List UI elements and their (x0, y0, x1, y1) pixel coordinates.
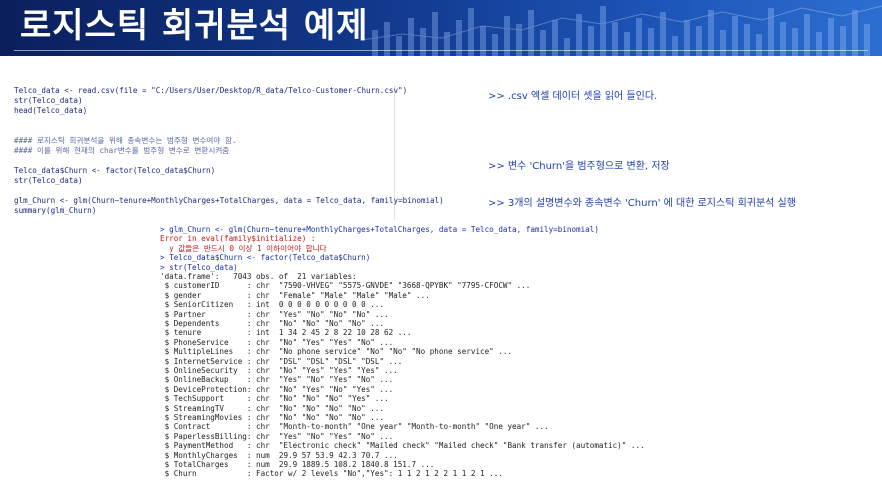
console-output-line: $ MultipleLines : chr "No phone service"… (160, 347, 513, 357)
code-line: head(Telco_data) (14, 106, 88, 115)
r-console-output: > glm_Churn <- glm(Churn~tenure+MonthlyC… (160, 224, 882, 492)
code-line: Telco_data$Churn <- factor(Telco_data$Ch… (14, 166, 216, 175)
console-output-line: $ PhoneService : chr "No" "Yes" "Yes" "N… (160, 337, 394, 347)
console-output-line: $ StreamingTV : chr "No" "No" "No" "No" … (160, 403, 385, 413)
code-line: glm_Churn <- glm(Churn~tenure+MonthlyCha… (14, 196, 444, 205)
console-output-line: $ TotalCharges : num 29.9 1889.5 108.2 1… (160, 460, 435, 469)
console-output-line: $ Contract : chr "Month-to-month" "One y… (160, 422, 549, 432)
console-output-line: 'data.frame': 7043 obs. of 21 variables: (160, 272, 357, 281)
code-line: str(Telco_data) (14, 96, 83, 105)
console-output-line: $ SeniorCitizen : int 0 0 0 0 0 0 0 0 0 … (160, 300, 385, 310)
console-command-line: > Telco_data$Churn <- factor(Telco_data$… (160, 253, 371, 263)
console-output-line: $ DeviceProtection: chr "No" "Yes" "No" … (160, 384, 394, 394)
console-output-line: $ InternetService : chr "DSL" "DSL" "DSL… (160, 356, 403, 366)
chart-background-decoration (362, 5, 882, 56)
code-line: Telco_data <- read.csv(file = "C:/Users/… (14, 86, 408, 95)
note-logistic-regression: >> 3개의 설명변수와 종속변수 'Churn' 에 대한 로지스틱 회귀분석… (488, 198, 796, 209)
code-comment-line: #### 로지스틱 회귀분석을 위해 종속변수는 범주형 변수여야 함. (14, 136, 237, 145)
console-output-line: $ MonthlyCharges : num 29.9 57 53.9 42.3… (160, 450, 398, 460)
console-output-line: $ PaymentMethod : chr "Electronic check"… (160, 441, 645, 451)
console-output-line: $ Partner : chr "Yes" "No" "No" "No" ... (160, 309, 389, 319)
console-output-line: $ gender : chr "Female" "Male" "Male" "M… (160, 290, 430, 300)
console-output-line: $ StreamingMovies : chr "No" "No" "No" "… (160, 413, 385, 422)
r-script-editor[interactable]: Telco_data <- read.csv(file = "C:/Users/… (14, 86, 444, 220)
code-line: summary(glm_Churn) (14, 206, 97, 215)
console-command-line: > str(Telco_data) (160, 262, 238, 272)
console-error-line: Error in eval(family$initialize) : (160, 234, 316, 244)
console-output-line: $ PaperlessBilling: chr "Yes" "No" "Yes"… (160, 431, 394, 441)
console-output-line: $ customerID : chr "7590-VHVEG" "5575-GN… (160, 281, 531, 291)
console-output-line: $ OnlineBackup : chr "Yes" "No" "Yes" "N… (160, 375, 394, 385)
note-read-csv: >> .csv 엑셀 데이터 셋을 읽어 들인다. (488, 91, 658, 102)
console-output-line: $ OnlineSecurity : chr "No" "Yes" "Yes" … (160, 366, 398, 375)
code-line: str(Telco_data) (14, 176, 83, 185)
title-banner: 로지스틱 회귀분석 예제 (0, 0, 882, 56)
console-output-line: $ TechSupport : chr "No" "No" "No" "Yes"… (160, 394, 389, 404)
page-title: 로지스틱 회귀분석 예제 (20, 6, 369, 46)
console-command-line: > glm_Churn <- glm(Churn~tenure+MonthlyC… (160, 225, 599, 234)
console-output-line: $ Churn : Factor w/ 2 levels "No","Yes":… (160, 469, 503, 479)
console-error-line: y 값들은 반드시 0 이상 1 이하이어야 합니다 (160, 243, 327, 253)
title-divider (14, 50, 868, 51)
code-comment-line: #### 이를 위해 현재의 char변수를 범주형 변수로 변환시켜줌 (14, 146, 230, 155)
note-factor-convert: >> 변수 'Churn'을 범주형으로 변환, 저장 (488, 161, 670, 172)
console-output-line: $ tenure : int 1 34 2 45 2 8 22 10 28 62… (160, 328, 412, 338)
console-output-line: $ Dependents : chr "No" "No" "No" "No" .… (160, 319, 385, 328)
